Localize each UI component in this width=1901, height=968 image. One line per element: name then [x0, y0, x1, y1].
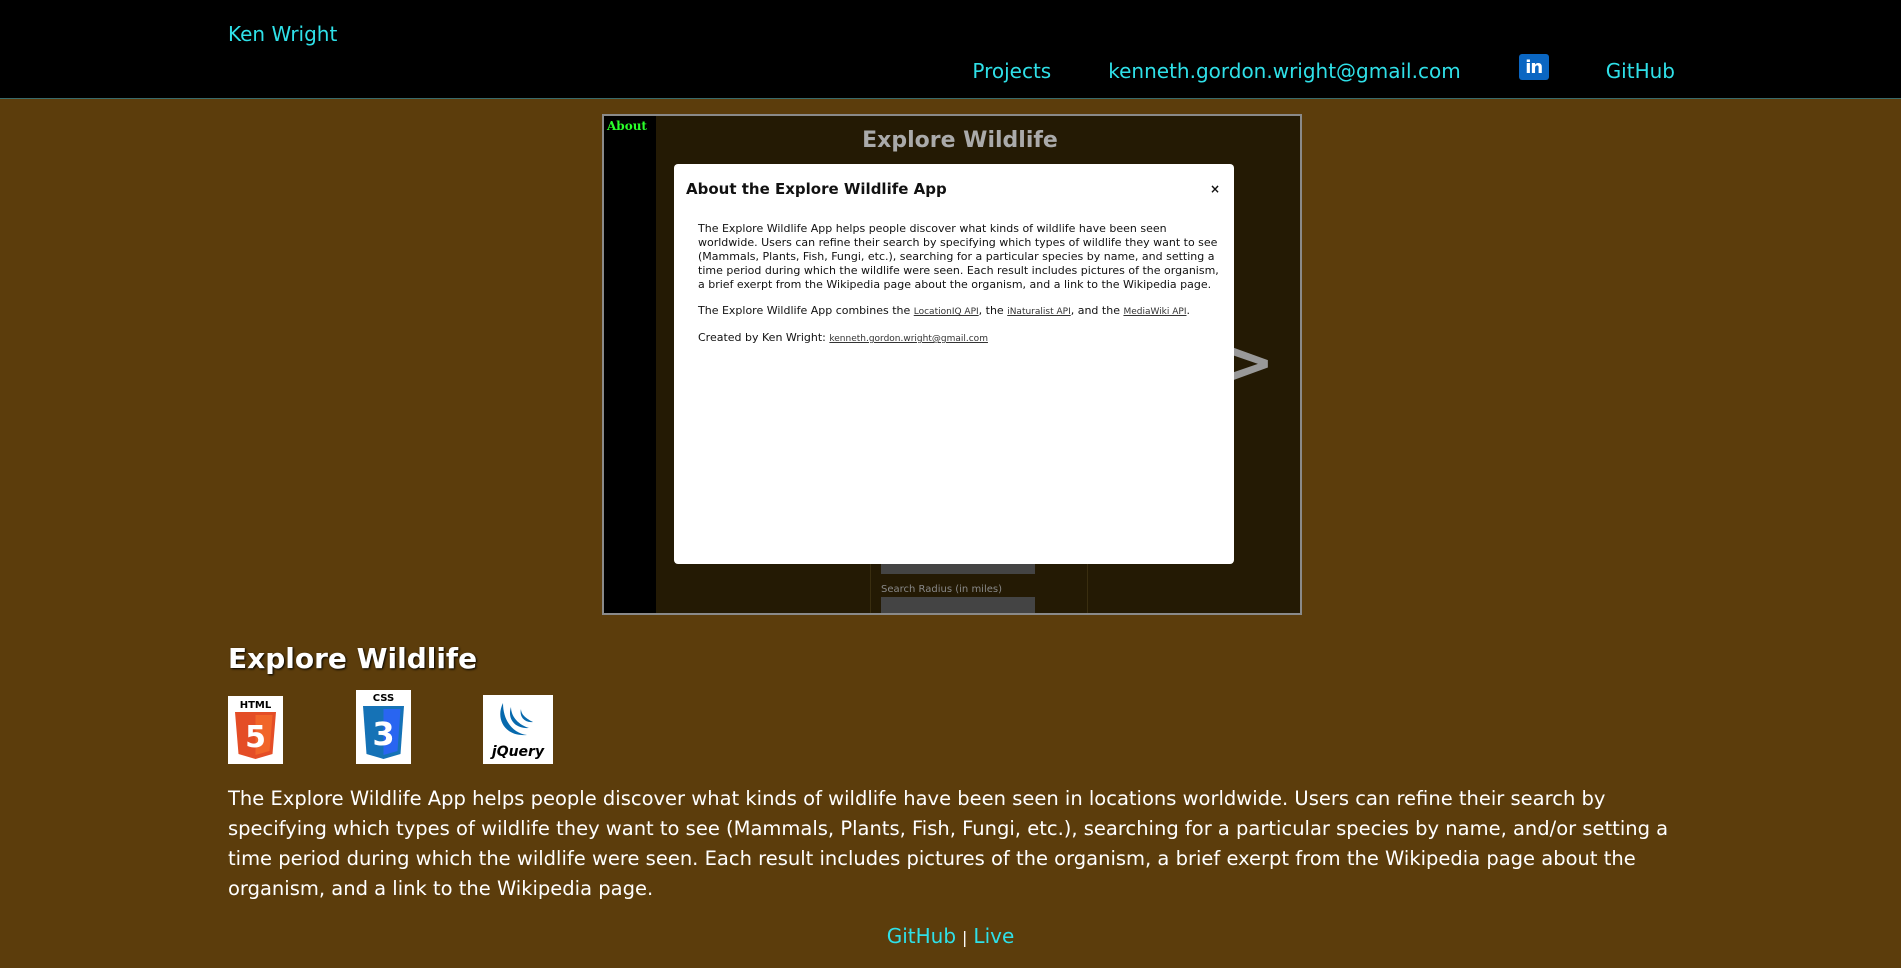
modal-text: , and the — [1070, 304, 1124, 317]
modal-text: Created by Ken Wright: — [698, 331, 830, 344]
linkedin-icon[interactable]: in — [1518, 54, 1549, 80]
modal-text: . — [1186, 304, 1191, 317]
screenshot-about-modal: About the Explore Wildlife App × The Exp… — [674, 164, 1234, 564]
modal-credit: Created by Ken Wright: kenneth.gordon.wr… — [698, 331, 1220, 346]
html5-icon: HTML 5 — [228, 696, 283, 764]
project-title: Explore Wildlife — [228, 642, 478, 675]
html5-number: 5 — [245, 720, 266, 755]
modal-locationiq-link: LocationIQ API — [913, 307, 979, 317]
nav-projects-link[interactable]: Projects — [972, 59, 1051, 83]
project-github-link[interactable]: GitHub — [887, 924, 956, 948]
main-nav: Projects kenneth.gordon.wright@gmail.com… — [915, 54, 1675, 84]
screenshot-form: Search Radius (in miles) — [870, 556, 1088, 613]
site-header: Ken Wright Projects kenneth.gordon.wrigh… — [0, 0, 1901, 99]
nav-email-link[interactable]: kenneth.gordon.wright@gmail.com — [1108, 59, 1460, 83]
screenshot-sidebar: About — [604, 116, 656, 613]
css3-label: CSS — [373, 693, 394, 704]
modal-close-icon: × — [1209, 182, 1220, 196]
screenshot-radius-label: Search Radius (in miles) — [881, 584, 1003, 595]
jquery-label: jQuery — [490, 744, 545, 760]
html5-label: HTML — [240, 700, 272, 711]
modal-inaturalist-link: iNaturalist API — [1007, 307, 1071, 317]
modal-paragraph-1: The Explore Wildlife App helps people di… — [698, 222, 1219, 291]
modal-text: The Explore Wildlife App combines the — [698, 304, 914, 317]
brand-link[interactable]: Ken Wright — [228, 22, 337, 46]
css3-icon: CSS 3 — [356, 690, 411, 764]
project-live-link[interactable]: Live — [973, 924, 1014, 948]
modal-text: , the — [978, 304, 1008, 317]
links-separator: | — [962, 928, 968, 947]
modal-mediawiki-link: MediaWiki API — [1123, 307, 1187, 317]
modal-body: The Explore Wildlife App helps people di… — [698, 222, 1220, 358]
project-links: GitHub | Live — [0, 924, 1901, 948]
project-description: The Explore Wildlife App helps people di… — [228, 787, 1669, 900]
screenshot-app-title: Explore Wildlife — [862, 128, 1058, 153]
modal-title: About the Explore Wildlife App — [686, 180, 947, 198]
project-screenshot: About Explore Wildlife > Search Radius (… — [602, 114, 1302, 615]
screenshot-radius-input — [881, 597, 1035, 613]
modal-email-link: kenneth.gordon.wright@gmail.com — [829, 334, 988, 344]
css3-number: 3 — [372, 715, 394, 753]
nav-github-link[interactable]: GitHub — [1606, 59, 1675, 83]
jquery-icon: jQuery — [483, 695, 553, 764]
modal-paragraph-2: The Explore Wildlife App combines the Lo… — [698, 304, 1220, 319]
